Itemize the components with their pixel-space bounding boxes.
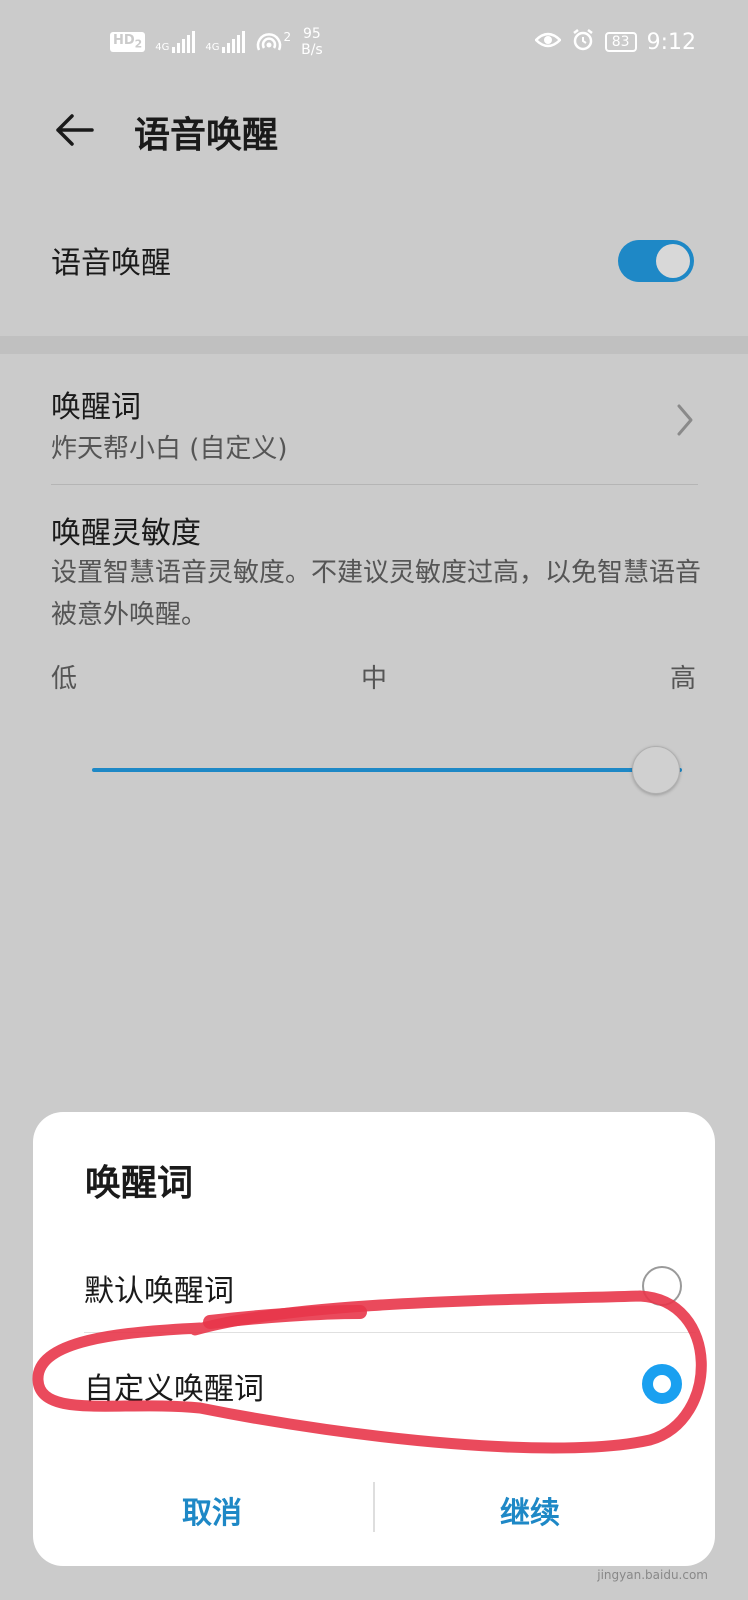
option-label: 默认唤醒词 (84, 1274, 234, 1309)
radio-unselected[interactable] (642, 1266, 682, 1306)
wake-word-title: 唤醒词 (51, 390, 141, 425)
button-separator (373, 1482, 375, 1532)
radio-selected[interactable] (642, 1364, 682, 1404)
option-divider (84, 1332, 696, 1333)
status-left: HD2 4G 4G 2 95 B/s (110, 26, 323, 58)
sensitivity-title: 唤醒灵敏度 (51, 516, 201, 551)
sensitivity-description: 设置智慧语音灵敏度。不建议灵敏度过高，以免智慧语音被意外唤醒。 (51, 558, 702, 630)
cellular-2-icon: 4G (205, 31, 246, 53)
option-custom-wake-word[interactable]: 自定义唤醒词 (84, 1350, 692, 1420)
alarm-icon (571, 28, 595, 56)
toggle-knob (656, 244, 690, 278)
status-bar: HD2 4G 4G 2 95 B/s 83 9:12 (0, 0, 748, 86)
battery-icon: 83 (604, 32, 637, 52)
sensitivity-slider-thumb[interactable] (632, 746, 680, 794)
chevron-right-icon (675, 402, 695, 438)
voice-wake-toggle[interactable] (618, 240, 694, 282)
dialog-title: 唤醒词 (85, 1163, 194, 1204)
option-default-wake-word[interactable]: 默认唤醒词 (84, 1252, 692, 1322)
hd-badge: HD2 (110, 32, 146, 52)
cellular-1-icon: 4G (155, 31, 196, 53)
app-header: 语音唤醒 (0, 90, 748, 170)
cancel-button[interactable]: 取消 (182, 1488, 242, 1532)
voice-wake-label: 语音唤醒 (51, 246, 171, 281)
hotspot-icon: 2 (255, 30, 291, 54)
row-divider (51, 484, 698, 485)
eye-icon (533, 30, 562, 54)
continue-button[interactable]: 继续 (500, 1488, 560, 1532)
scale-mid: 中 (361, 664, 388, 694)
scale-high: 高 (670, 664, 697, 694)
scale-low: 低 (51, 664, 78, 694)
wake-word-row[interactable]: 唤醒词 炸天帮小白 (自定义) (0, 372, 748, 482)
page-title: 语音唤醒 (134, 115, 279, 156)
wake-word-value: 炸天帮小白 (自定义) (51, 434, 288, 464)
section-divider (0, 336, 748, 354)
status-right: 83 9:12 (533, 28, 696, 56)
sensitivity-slider-track[interactable] (92, 768, 682, 772)
option-label: 自定义唤醒词 (84, 1372, 264, 1407)
watermark-brand: Bai du 经验 (609, 1534, 708, 1555)
back-arrow-icon[interactable] (52, 108, 96, 152)
voice-wake-row[interactable]: 语音唤醒 (0, 222, 748, 302)
clock: 9:12 (646, 29, 696, 55)
net-speed: 95 B/s (301, 26, 323, 58)
watermark-url: jingyan.baidu.com (597, 1568, 708, 1582)
